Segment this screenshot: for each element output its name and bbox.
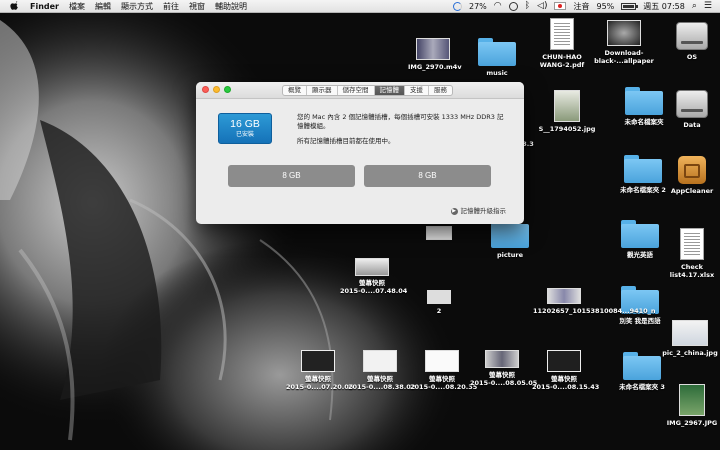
desktop-icon-screenshot-4[interactable]: 螢幕快照 2015-0....08.05.05 (470, 350, 537, 387)
desktop-icon-os[interactable]: OS (668, 22, 716, 61)
about-this-mac-window: 概覽 顯示器 儲存空間 記憶體 支援 服務 16 GB 已安裝 您的 Mac 內… (196, 82, 524, 224)
desktop-icon-img2970[interactable]: IMG_2970.m4v (408, 38, 462, 71)
tab-storage[interactable]: 儲存空間 (338, 86, 375, 95)
folder-icon (621, 220, 659, 248)
appcleaner-app-icon (678, 156, 706, 184)
desktop-icon-2[interactable]: 2 (424, 290, 454, 315)
memory-upgrade-label: 記憶體升級指示 (460, 207, 507, 215)
input-method-flag-icon[interactable] (554, 2, 567, 10)
screenshot-thumbnail-icon (301, 350, 335, 372)
window-titlebar[interactable]: 概覽 顯示器 儲存空間 記憶體 支援 服務 (196, 82, 524, 99)
zoom-window-button[interactable] (224, 86, 231, 93)
tab-displays[interactable]: 顯示器 (307, 86, 338, 95)
desktop-icon-screenshot-a[interactable]: 螢幕快照 2015-0....07.48.04 (340, 258, 407, 295)
desktop-icon-spanish-folder[interactable]: 別笑 我是西語 (610, 286, 670, 325)
desktop-icon-untitled-folder-2[interactable]: 未命名檔案夾 2 (608, 155, 678, 194)
download-black-label: Download-black-...allpaper (594, 49, 654, 65)
wifi-icon[interactable]: ◠ (494, 0, 502, 13)
apple-menu-icon[interactable] (10, 1, 22, 12)
desktop-icon-screenshot-2[interactable]: 螢幕快照 2015-0....08.38.02 (348, 350, 415, 391)
desktop-icon-chunhao-pdf[interactable]: CHUN-HAO WANG-2.pdf (533, 18, 591, 69)
folder-icon (625, 87, 663, 115)
memory-state: 已安裝 (235, 131, 254, 138)
menu-go[interactable]: 前往 (163, 0, 179, 13)
desktop-icon-screenshot-3[interactable]: 螢幕快照 2015-0....08.20.35 (410, 350, 477, 391)
hard-disk-icon (676, 90, 708, 118)
memory-slot-1: 8 GB (228, 165, 355, 187)
menu-window[interactable]: 視窗 (189, 0, 205, 13)
folder-icon (478, 38, 516, 66)
memory-slots-text: 您的 Mac 內含 2 個記憶體插槽，每個插槽可安裝 1333 MHz DDR3… (297, 113, 504, 130)
window-tab-bar: 概覽 顯示器 儲存空間 記憶體 支援 服務 (282, 85, 453, 96)
spotlight-icon[interactable]: ⌕ (692, 0, 697, 13)
desktop-icon-picture[interactable]: picture (490, 220, 530, 259)
menu-bar: Finder 檔案 編輯 顯示方式 前往 視窗 輔助說明 27% ◠ ᛒ ◁) … (0, 0, 720, 13)
menu-help[interactable]: 輔助說明 (215, 0, 247, 13)
menubar-clock[interactable]: 週五 07:58 (643, 0, 685, 13)
11202657-label: 11202657_10153810084...9410_n (533, 307, 656, 315)
time-machine-percent: 27% (469, 1, 487, 11)
desktop-icon-untitled-folder-3[interactable]: 未命名檔案夾 3 (606, 352, 678, 391)
screenshot-thumbnail-icon (547, 350, 581, 372)
minimize-window-button[interactable] (213, 86, 220, 93)
checklist-label: Check list4.17.xlsx (669, 263, 715, 279)
tab-support[interactable]: 支援 (405, 86, 429, 95)
screenshot-thumbnail-icon (355, 258, 389, 276)
notification-center-icon[interactable]: ☰ (704, 0, 712, 13)
folder-icon (624, 155, 662, 183)
folder-icon (623, 352, 661, 380)
time-machine-icon[interactable] (453, 1, 462, 11)
spreadsheet-file-icon (680, 228, 704, 260)
desktop-icon-download-black[interactable]: Download-black-...allpaper (590, 20, 658, 65)
screenshot-thumbnail-icon (363, 350, 397, 372)
memory-slots-note: 所有記憶體插槽目前都在使用中。 (297, 137, 395, 145)
image-thumbnail-icon (679, 384, 705, 416)
memory-size: 16 GB (230, 118, 260, 130)
desktop-icon-tourism-english[interactable]: 觀光英語 (612, 220, 668, 259)
input-method-label[interactable]: 注音 (573, 0, 589, 13)
desktop-icon-music[interactable]: music (476, 38, 518, 77)
pdf-file-icon (550, 18, 574, 50)
folder-icon (491, 220, 529, 248)
battery-percent: 95% (596, 1, 615, 11)
close-window-button[interactable] (202, 86, 209, 93)
desktop-icon-11202657[interactable]: 11202657_10153810084...9410_n (532, 288, 656, 315)
hard-disk-icon (676, 22, 708, 50)
memory-upgrade-link[interactable]: ▶ 記憶體升級指示 (450, 207, 507, 216)
desktop-icon-untitled-folder[interactable]: 未命名檔案夾 (612, 87, 676, 126)
arrow-right-circle-icon: ▶ (450, 208, 458, 215)
sync-icon[interactable] (508, 1, 518, 11)
tab-service[interactable]: 服務 (429, 86, 452, 95)
desktop-icon-thumb-a[interactable] (424, 226, 454, 243)
menu-finder[interactable]: Finder (30, 0, 59, 13)
video-thumbnail-icon (416, 38, 450, 60)
desktop-icon-checklist[interactable]: Check list4.17.xlsx (664, 228, 720, 279)
installed-memory-badge: 16 GB 已安裝 (218, 113, 272, 144)
image-thumbnail-icon (427, 290, 451, 304)
screenshot-thumbnail-icon (485, 350, 519, 368)
image-thumbnail-icon (426, 226, 452, 240)
battery-icon[interactable] (621, 2, 639, 10)
image-thumbnail-icon (554, 90, 580, 122)
desktop-icon-screenshot-5[interactable]: 螢幕快照 2015-0....08.15.43 (532, 350, 599, 391)
tab-memory[interactable]: 記憶體 (374, 86, 405, 95)
volume-icon[interactable]: ◁) (537, 0, 547, 13)
desktop-icon-screenshot-1[interactable]: 螢幕快照 2015-0....07.20.06 (286, 350, 353, 391)
image-thumbnail-icon (672, 320, 708, 346)
memory-description: 您的 Mac 內含 2 個記憶體插槽，每個插槽可安裝 1333 MHz DDR3… (297, 113, 507, 146)
tab-overview[interactable]: 概覽 (283, 86, 307, 95)
menu-view[interactable]: 顯示方式 (121, 0, 153, 13)
memory-slot-2: 8 GB (364, 165, 491, 187)
desktop-icon-s1794052[interactable]: S__1794052.jpg (534, 90, 600, 133)
image-thumbnail-icon (547, 288, 581, 304)
bluetooth-icon[interactable]: ᛒ (525, 0, 530, 13)
menu-file[interactable]: 檔案 (69, 0, 85, 13)
screenshot-thumbnail-icon (425, 350, 459, 372)
menu-edit[interactable]: 編輯 (95, 0, 111, 13)
image-thumbnail-icon (607, 20, 641, 46)
chunhao-pdf-label: CHUN-HAO WANG-2.pdf (539, 53, 585, 69)
